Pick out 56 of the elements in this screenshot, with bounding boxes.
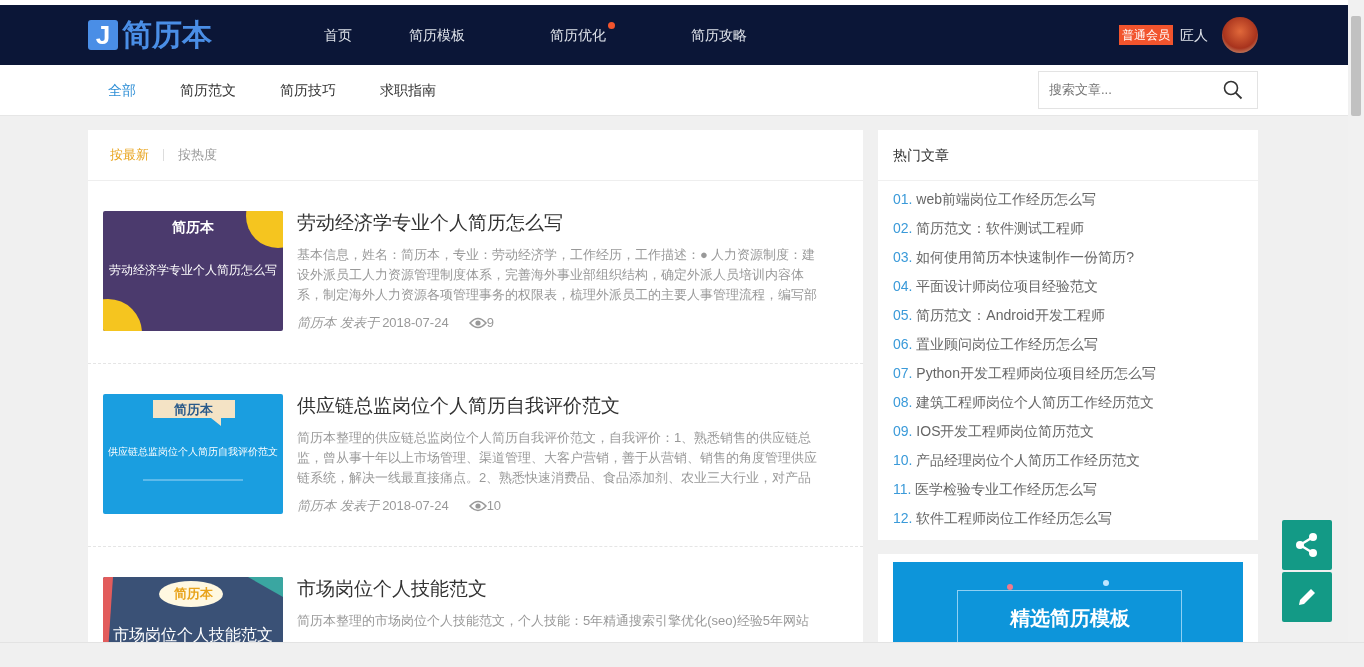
thumbnail-brand: 简历本 xyxy=(172,585,214,603)
eye-icon xyxy=(468,316,487,329)
edit-button[interactable] xyxy=(1282,572,1332,622)
thumbnail-brand: 简历本 xyxy=(172,401,214,419)
article-excerpt: 简历本整理的市场岗位个人技能范文，个人技能：5年精通搜索引擎优化(seo)经验5年网站 xyxy=(297,612,811,630)
hot-article-link[interactable]: 11. 医学检验专业工作经历怎么写 xyxy=(893,475,1243,504)
view-count: 10 xyxy=(486,497,502,515)
search-icon[interactable] xyxy=(1223,80,1243,100)
hot-articles-title: 热门文章 xyxy=(878,130,1258,181)
article-excerpt: 基本信息，姓名：简历本，专业：劳动经济学，工作经历，工作描述：● 人力资源制度：建设外派员工人力资源管理制度体系，完善海外事业部组织结构，确定外派人员培训内容体系，制定海外人力资源各项管理事务的权限表，梳理外派员工的主要人事管理流程，编写部 xyxy=(297,246,818,304)
decoration-dot xyxy=(1103,580,1109,586)
share-icon xyxy=(1294,532,1320,558)
article-thumbnail[interactable]: 简历本 劳动经济学专业个人简历怎么写 xyxy=(103,211,283,331)
category-tab[interactable]: 全部 xyxy=(108,79,136,101)
share-button[interactable] xyxy=(1282,520,1332,570)
article-author: 简历本 发表于 xyxy=(297,314,379,332)
pencil-icon xyxy=(1296,586,1318,608)
article-title[interactable]: 供应链总监岗位个人简历自我评价范文 xyxy=(297,394,819,418)
article-author: 简历本 发表于 xyxy=(297,497,379,515)
hot-article-link[interactable]: 10. 产品经理岗位个人简历工作经历范文 xyxy=(893,446,1243,475)
category-tab[interactable]: 求职指南 xyxy=(380,79,436,101)
nav-link[interactable]: 首页 xyxy=(323,24,352,46)
hot-article-link[interactable]: 12. 软件工程师岗位工作经历怎么写 xyxy=(893,504,1243,533)
hot-article-link[interactable]: 09. IOS开发工程师岗位简历范文 xyxy=(893,417,1243,446)
hot-article-link[interactable]: 06. 置业顾问岗位工作经历怎么写 xyxy=(893,330,1243,359)
article-thumbnail[interactable]: 简历本 市场岗位个人技能范文 xyxy=(103,577,283,642)
avatar[interactable] xyxy=(1222,17,1258,53)
nav-link[interactable]: 简历模板 xyxy=(408,24,465,46)
hot-article-link[interactable]: 07. Python开发工程师岗位项目经历怎么写 xyxy=(893,359,1243,388)
member-badge: 普通会员 xyxy=(1119,25,1173,45)
article-date: 2018-07-24 xyxy=(382,314,449,332)
hot-article-link[interactable]: 05. 简历范文：Android开发工程师 xyxy=(893,301,1243,330)
username[interactable]: 匠人 xyxy=(1180,24,1208,46)
nav-link[interactable]: 简历攻略 xyxy=(690,24,747,46)
thumbnail-caption: 劳动经济学专业个人简历怎么写 xyxy=(108,262,278,279)
search-field[interactable]: 搜索文章... xyxy=(1038,71,1258,109)
view-count: 9 xyxy=(486,314,494,332)
thumbnail-brand: 简历本 xyxy=(171,218,215,237)
decoration-dot xyxy=(1007,584,1013,590)
thumbnail-caption: 供应链总监岗位个人简历自我评价范文 xyxy=(107,445,279,459)
article-title[interactable]: 市场岗位个人技能范文 xyxy=(297,577,819,601)
article-date: 2018-07-24 xyxy=(382,497,449,515)
site-logo[interactable]: J 简历本 xyxy=(88,18,212,52)
article-thumbnail[interactable]: 简历本 供应链总监岗位个人简历自我评价范文 xyxy=(103,394,283,514)
thumbnail-caption: 市场岗位个人技能范文 xyxy=(112,625,274,642)
hot-article-link[interactable]: 03. 如何使用简历本快速制作一份简历? xyxy=(893,243,1243,272)
hot-article-link[interactable]: 04. 平面设计师岗位项目经验范文 xyxy=(893,272,1243,301)
hot-article-link[interactable]: 02. 简历范文：软件测试工程师 xyxy=(893,214,1243,243)
hot-article-link[interactable]: 08. 建筑工程师岗位个人简历工作经历范文 xyxy=(893,388,1243,417)
nav-link[interactable]: 简历优化 xyxy=(549,24,606,46)
article-title[interactable]: 劳动经济学专业个人简历怎么写 xyxy=(297,211,819,235)
category-tab[interactable]: 简历技巧 xyxy=(280,79,336,101)
hot-article-link[interactable]: 01. web前端岗位工作经历怎么写 xyxy=(893,185,1243,214)
eye-icon xyxy=(468,499,487,512)
templates-banner[interactable]: 精选简历模板 xyxy=(893,562,1243,642)
category-tab[interactable]: 简历范文 xyxy=(180,79,236,101)
